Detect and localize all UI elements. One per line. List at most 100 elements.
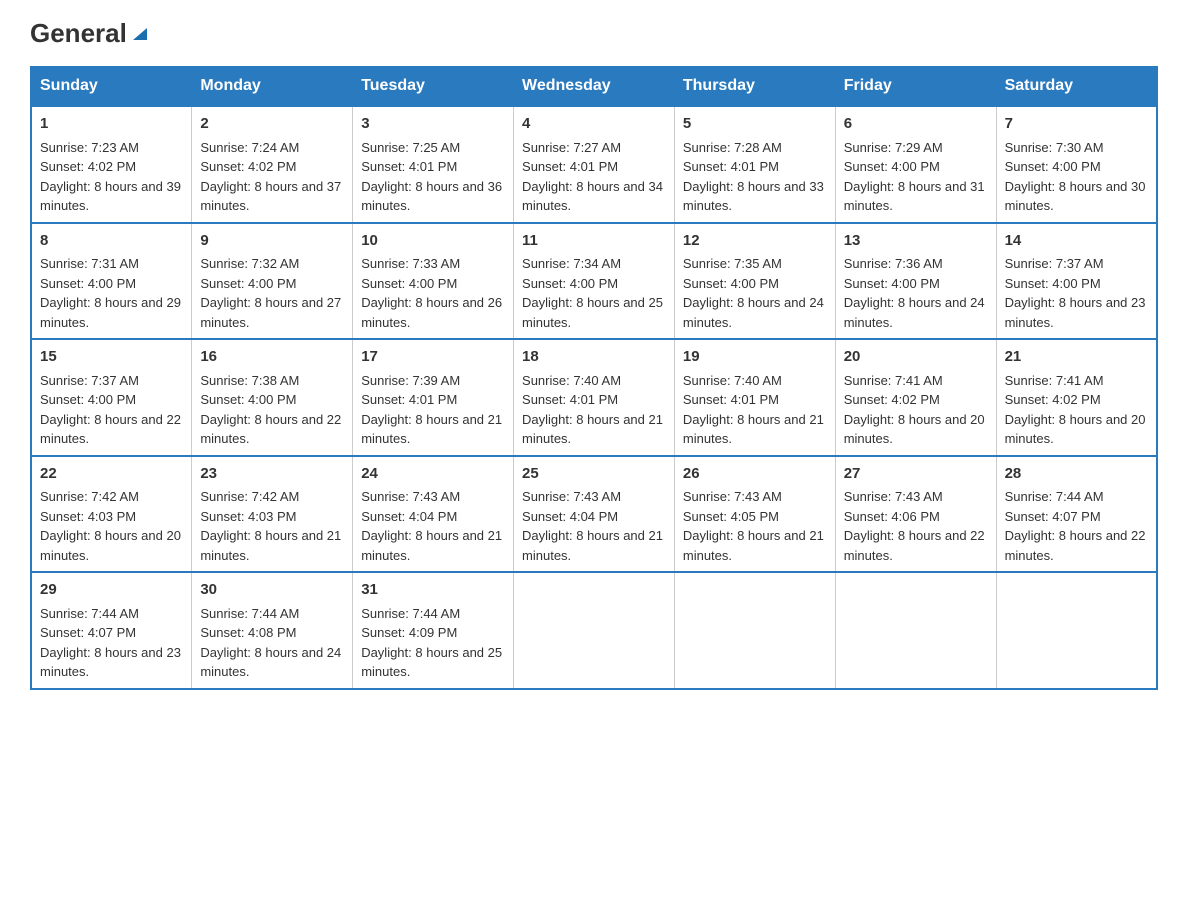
day-number: 27: [844, 463, 988, 486]
calendar-table: SundayMondayTuesdayWednesdayThursdayFrid…: [30, 66, 1158, 690]
day-info: Sunrise: 7:40 AMSunset: 4:01 PMDaylight:…: [522, 373, 663, 447]
day-info: Sunrise: 7:42 AMSunset: 4:03 PMDaylight:…: [200, 489, 341, 563]
col-header-wednesday: Wednesday: [514, 67, 675, 107]
calendar-week-row: 29 Sunrise: 7:44 AMSunset: 4:07 PMDayligh…: [31, 572, 1157, 689]
day-number: 10: [361, 230, 505, 253]
calendar-cell: 7 Sunrise: 7:30 AMSunset: 4:00 PMDaylight…: [996, 106, 1157, 223]
day-number: 30: [200, 579, 344, 602]
calendar-cell: 13Sunrise: 7:36 AMSunset: 4:00 PMDayligh…: [835, 223, 996, 340]
day-info: Sunrise: 7:43 AMSunset: 4:04 PMDaylight:…: [522, 489, 663, 563]
day-info: Sunrise: 7:34 AMSunset: 4:00 PMDaylight:…: [522, 256, 663, 330]
col-header-sunday: Sunday: [31, 67, 192, 107]
calendar-cell: 8 Sunrise: 7:31 AMSunset: 4:00 PMDaylight…: [31, 223, 192, 340]
calendar-cell: [514, 572, 675, 689]
day-number: 19: [683, 346, 827, 369]
day-info: Sunrise: 7:24 AMSunset: 4:02 PMDaylight:…: [200, 140, 341, 214]
day-info: Sunrise: 7:41 AMSunset: 4:02 PMDaylight:…: [844, 373, 985, 447]
calendar-cell: 10 Sunrise: 7:33 AMSunset: 4:00 PMDayligh…: [353, 223, 514, 340]
day-number: 29: [40, 579, 183, 602]
day-info: Sunrise: 7:39 AMSunset: 4:01 PMDaylight:…: [361, 373, 502, 447]
page-header: General: [30, 20, 1158, 48]
calendar-week-row: 22 Sunrise: 7:42 AMSunset: 4:03 PMDayligh…: [31, 456, 1157, 573]
day-number: 6: [844, 113, 988, 136]
calendar-cell: 27Sunrise: 7:43 AMSunset: 4:06 PMDayligh…: [835, 456, 996, 573]
day-number: 11: [522, 230, 666, 253]
calendar-cell: 30 Sunrise: 7:44 AMSunset: 4:08 PMDayligh…: [192, 572, 353, 689]
logo: General: [30, 20, 151, 48]
calendar-cell: 5 Sunrise: 7:28 AMSunset: 4:01 PMDaylight…: [674, 106, 835, 223]
day-info: Sunrise: 7:31 AMSunset: 4:00 PMDaylight:…: [40, 256, 181, 330]
day-info: Sunrise: 7:33 AMSunset: 4:00 PMDaylight:…: [361, 256, 502, 330]
calendar-cell: 15 Sunrise: 7:37 AMSunset: 4:00 PMDayligh…: [31, 339, 192, 456]
calendar-cell: 26 Sunrise: 7:43 AMSunset: 4:05 PMDayligh…: [674, 456, 835, 573]
day-number: 15: [40, 346, 183, 369]
calendar-cell: 21 Sunrise: 7:41 AMSunset: 4:02 PMDayligh…: [996, 339, 1157, 456]
day-number: 18: [522, 346, 666, 369]
calendar-cell: 24 Sunrise: 7:43 AMSunset: 4:04 PMDayligh…: [353, 456, 514, 573]
day-info: Sunrise: 7:30 AMSunset: 4:00 PMDaylight:…: [1005, 140, 1146, 214]
calendar-cell: 9 Sunrise: 7:32 AMSunset: 4:00 PMDaylight…: [192, 223, 353, 340]
day-number: 26: [683, 463, 827, 486]
calendar-cell: 2 Sunrise: 7:24 AMSunset: 4:02 PMDaylight…: [192, 106, 353, 223]
day-info: Sunrise: 7:32 AMSunset: 4:00 PMDaylight:…: [200, 256, 341, 330]
day-info: Sunrise: 7:23 AMSunset: 4:02 PMDaylight:…: [40, 140, 181, 214]
day-number: 2: [200, 113, 344, 136]
logo-name: General: [30, 20, 151, 46]
day-number: 28: [1005, 463, 1148, 486]
day-info: Sunrise: 7:41 AMSunset: 4:02 PMDaylight:…: [1005, 373, 1146, 447]
calendar-cell: 6 Sunrise: 7:29 AMSunset: 4:00 PMDaylight…: [835, 106, 996, 223]
day-info: Sunrise: 7:25 AMSunset: 4:01 PMDaylight:…: [361, 140, 502, 214]
day-number: 9: [200, 230, 344, 253]
day-info: Sunrise: 7:37 AMSunset: 4:00 PMDaylight:…: [1005, 256, 1146, 330]
day-info: Sunrise: 7:29 AMSunset: 4:00 PMDaylight:…: [844, 140, 985, 214]
calendar-cell: 14 Sunrise: 7:37 AMSunset: 4:00 PMDayligh…: [996, 223, 1157, 340]
calendar-cell: 28Sunrise: 7:44 AMSunset: 4:07 PMDayligh…: [996, 456, 1157, 573]
day-number: 4: [522, 113, 666, 136]
calendar-cell: 19Sunrise: 7:40 AMSunset: 4:01 PMDayligh…: [674, 339, 835, 456]
day-number: 21: [1005, 346, 1148, 369]
day-number: 5: [683, 113, 827, 136]
calendar-cell: 11 Sunrise: 7:34 AMSunset: 4:00 PMDayligh…: [514, 223, 675, 340]
day-info: Sunrise: 7:37 AMSunset: 4:00 PMDaylight:…: [40, 373, 181, 447]
day-number: 17: [361, 346, 505, 369]
day-info: Sunrise: 7:36 AMSunset: 4:00 PMDaylight:…: [844, 256, 985, 330]
calendar-week-row: 8 Sunrise: 7:31 AMSunset: 4:00 PMDaylight…: [31, 223, 1157, 340]
calendar-cell: 23Sunrise: 7:42 AMSunset: 4:03 PMDayligh…: [192, 456, 353, 573]
calendar-cell: 1 Sunrise: 7:23 AMSunset: 4:02 PMDaylight…: [31, 106, 192, 223]
col-header-saturday: Saturday: [996, 67, 1157, 107]
col-header-monday: Monday: [192, 67, 353, 107]
day-number: 7: [1005, 113, 1148, 136]
calendar-cell: 12Sunrise: 7:35 AMSunset: 4:00 PMDayligh…: [674, 223, 835, 340]
calendar-header-row: SundayMondayTuesdayWednesdayThursdayFrid…: [31, 67, 1157, 107]
calendar-week-row: 1 Sunrise: 7:23 AMSunset: 4:02 PMDaylight…: [31, 106, 1157, 223]
calendar-week-row: 15 Sunrise: 7:37 AMSunset: 4:00 PMDayligh…: [31, 339, 1157, 456]
calendar-cell: 3 Sunrise: 7:25 AMSunset: 4:01 PMDaylight…: [353, 106, 514, 223]
day-info: Sunrise: 7:43 AMSunset: 4:05 PMDaylight:…: [683, 489, 824, 563]
day-info: Sunrise: 7:44 AMSunset: 4:07 PMDaylight:…: [40, 606, 181, 680]
day-number: 31: [361, 579, 505, 602]
day-info: Sunrise: 7:27 AMSunset: 4:01 PMDaylight:…: [522, 140, 663, 214]
calendar-cell: 31 Sunrise: 7:44 AMSunset: 4:09 PMDayligh…: [353, 572, 514, 689]
day-number: 8: [40, 230, 183, 253]
day-number: 22: [40, 463, 183, 486]
day-info: Sunrise: 7:44 AMSunset: 4:08 PMDaylight:…: [200, 606, 341, 680]
calendar-cell: 25 Sunrise: 7:43 AMSunset: 4:04 PMDayligh…: [514, 456, 675, 573]
calendar-cell: [674, 572, 835, 689]
calendar-cell: 18 Sunrise: 7:40 AMSunset: 4:01 PMDayligh…: [514, 339, 675, 456]
day-info: Sunrise: 7:28 AMSunset: 4:01 PMDaylight:…: [683, 140, 824, 214]
calendar-cell: 29 Sunrise: 7:44 AMSunset: 4:07 PMDayligh…: [31, 572, 192, 689]
col-header-friday: Friday: [835, 67, 996, 107]
day-number: 3: [361, 113, 505, 136]
day-number: 20: [844, 346, 988, 369]
day-info: Sunrise: 7:43 AMSunset: 4:04 PMDaylight:…: [361, 489, 502, 563]
day-number: 24: [361, 463, 505, 486]
day-info: Sunrise: 7:38 AMSunset: 4:00 PMDaylight:…: [200, 373, 341, 447]
day-number: 1: [40, 113, 183, 136]
col-header-tuesday: Tuesday: [353, 67, 514, 107]
day-info: Sunrise: 7:44 AMSunset: 4:09 PMDaylight:…: [361, 606, 502, 680]
day-number: 14: [1005, 230, 1148, 253]
col-header-thursday: Thursday: [674, 67, 835, 107]
calendar-cell: [835, 572, 996, 689]
day-number: 12: [683, 230, 827, 253]
day-number: 25: [522, 463, 666, 486]
